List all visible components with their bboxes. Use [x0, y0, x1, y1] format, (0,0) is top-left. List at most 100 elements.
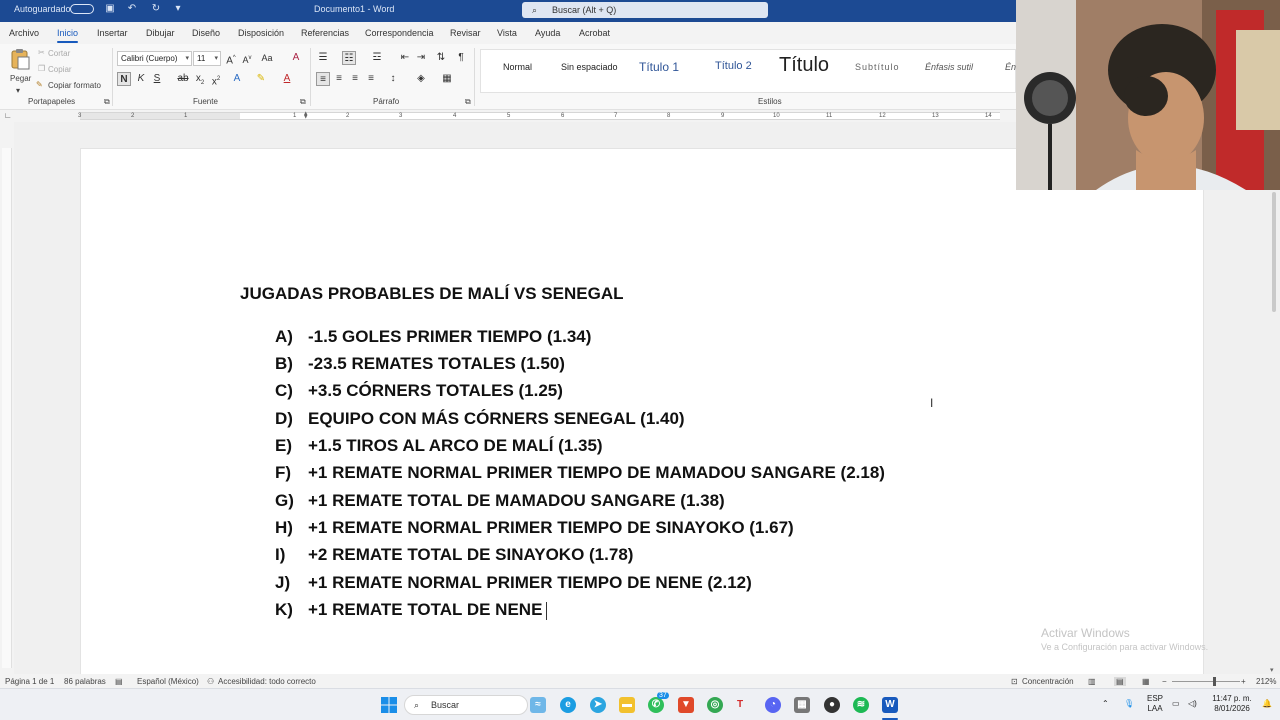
indent-marker-icon[interactable]: ⧫ — [304, 111, 307, 119]
align-right-icon[interactable]: ≡ — [348, 72, 362, 86]
taskbar-search[interactable]: ⌕ Buscar — [404, 695, 528, 715]
telegram-icon[interactable]: ➤ — [590, 697, 606, 713]
list-item[interactable]: K) +1 REMATE TOTAL DE NENE — [275, 600, 548, 622]
document-heading[interactable]: JUGADAS PROBABLES DE MALÍ VS SENEGAL — [240, 284, 624, 304]
customize-qat-icon[interactable]: ▾ — [172, 3, 184, 15]
subscript-button[interactable]: x2 — [193, 72, 207, 86]
list-item[interactable]: G) +1 REMATE TOTAL DE MAMADOU SANGARE (1.… — [275, 491, 725, 513]
decrease-indent-icon[interactable]: ⇤ — [398, 51, 412, 65]
bold-button[interactable]: N — [117, 72, 131, 86]
tab-vista[interactable]: Vista — [497, 28, 517, 38]
scroll-down-icon[interactable]: ▾ — [1270, 666, 1274, 674]
tab-diseno[interactable]: Diseño — [192, 28, 220, 38]
word-count[interactable]: 86 palabras — [64, 677, 106, 686]
list-item[interactable]: J) +1 REMATE NORMAL PRIMER TIEMPO DE NENE… — [275, 573, 752, 595]
format-painter-button[interactable]: Copiar formato — [48, 81, 101, 90]
text-effects-icon[interactable]: A — [230, 72, 244, 86]
list-item[interactable]: I) +2 REMATE TOTAL DE SINAYOKO (1.78) — [275, 545, 633, 567]
clock[interactable]: 11:47 p. m. 8/01/2026 — [1208, 694, 1256, 714]
style-normal[interactable]: Normal — [503, 62, 532, 72]
network-icon[interactable]: ▭ — [1172, 699, 1180, 709]
style-titulo-1[interactable]: Título 1 — [639, 60, 679, 74]
notifications-icon[interactable]: 🔔 — [1262, 699, 1272, 709]
page-count[interactable]: Página 1 de 1 — [5, 677, 54, 686]
obs-icon[interactable]: ● — [824, 697, 840, 713]
search-input[interactable]: ⌕ Buscar (Alt + Q) — [522, 2, 768, 18]
highlight-icon[interactable]: ✎ — [254, 72, 268, 86]
tab-ayuda[interactable]: Ayuda — [535, 28, 560, 38]
superscript-button[interactable]: x2 — [209, 72, 223, 87]
read-mode-icon[interactable]: ▥ — [1088, 677, 1096, 686]
shading-icon[interactable]: ◈ — [414, 72, 428, 86]
shrink-font-icon[interactable]: Av — [240, 51, 254, 65]
list-item[interactable]: B) -23.5 REMATES TOTALES (1.50) — [275, 354, 565, 376]
list-item[interactable]: F) +1 REMATE NORMAL PRIMER TIEMPO DE MAMA… — [275, 463, 885, 485]
file-explorer-icon[interactable]: ▬ — [619, 697, 635, 713]
increase-indent-icon[interactable]: ⇥ — [414, 51, 428, 65]
volume-icon[interactable]: ◁) — [1188, 699, 1197, 709]
list-item[interactable]: H) +1 REMATE NORMAL PRIMER TIEMPO DE SINA… — [275, 518, 794, 540]
cut-button[interactable]: Cortar — [48, 49, 70, 58]
widgets-icon[interactable]: ≈ — [530, 697, 546, 713]
clipboard-launcher-icon[interactable]: ⧉ — [104, 97, 110, 107]
tab-correspondencia[interactable]: Correspondencia — [365, 28, 434, 38]
edge-icon[interactable]: e — [560, 697, 576, 713]
list-item[interactable]: D) EQUIPO CON MÁS CÓRNERS SENEGAL (1.40) — [275, 409, 685, 431]
tab-archivo[interactable]: Archivo — [9, 28, 39, 38]
language-status[interactable]: Español (México) — [137, 677, 199, 686]
clear-formatting-icon[interactable]: A — [289, 51, 303, 65]
zoom-in-icon[interactable]: + — [1241, 677, 1246, 686]
underline-button[interactable]: S — [150, 72, 164, 86]
style-sin-espaciado[interactable]: Sin espaciado — [561, 62, 618, 72]
borders-icon[interactable]: ▦ — [440, 72, 454, 86]
tab-referencias[interactable]: Referencias — [301, 28, 349, 38]
style-titulo[interactable]: Título — [779, 54, 829, 77]
numbering-icon[interactable]: ☷ — [342, 51, 356, 65]
align-left-icon[interactable]: ≡ — [316, 72, 330, 86]
save-icon[interactable]: ▣ — [104, 3, 116, 15]
style-titulo-2[interactable]: Título 2 — [715, 60, 752, 72]
discord-icon[interactable]: ◔ — [765, 697, 781, 713]
tab-dibujar[interactable]: Dibujar — [146, 28, 175, 38]
zoom-slider[interactable] — [1172, 681, 1240, 682]
change-case-icon[interactable]: Aa — [260, 51, 274, 65]
microphone-icon[interactable]: 🎙 — [1124, 699, 1134, 709]
word-icon[interactable]: W — [882, 697, 898, 713]
list-item[interactable]: E) +1.5 TIROS AL ARCO DE MALÍ (1.35) — [275, 436, 603, 458]
multilevel-list-icon[interactable]: ☲ — [370, 51, 384, 65]
style-subtitulo[interactable]: Subtítulo — [855, 62, 900, 72]
grow-font-icon[interactable]: A^ — [224, 51, 238, 66]
font-name-combo[interactable]: Calibri (Cuerpo) ▾ — [117, 51, 192, 66]
zoom-out-icon[interactable]: − — [1162, 677, 1167, 686]
tab-revisar[interactable]: Revisar — [450, 28, 481, 38]
tab-selector-icon[interactable]: ∟ — [4, 111, 12, 120]
proofing-icon[interactable]: ▤ — [115, 677, 123, 686]
font-launcher-icon[interactable]: ⧉ — [300, 97, 306, 107]
paragraph-launcher-icon[interactable]: ⧉ — [465, 97, 471, 107]
chrome-icon[interactable]: ◎ — [707, 697, 723, 713]
web-layout-icon[interactable]: ▦ — [1142, 677, 1150, 686]
autosave-toggle[interactable] — [70, 4, 94, 14]
spotify-icon[interactable]: ≋ — [853, 697, 869, 713]
windows-start-icon[interactable] — [381, 697, 397, 713]
font-color-icon[interactable]: A — [280, 72, 294, 86]
copy-button[interactable]: Copiar — [48, 65, 72, 74]
brave-icon[interactable]: ▼ — [678, 697, 694, 713]
print-layout-icon[interactable]: ▤ — [1114, 677, 1126, 686]
tab-disposicion[interactable]: Disposición — [238, 28, 284, 38]
show-marks-icon[interactable]: ¶ — [454, 51, 468, 65]
scrollbar-thumb[interactable] — [1272, 192, 1276, 312]
whatsapp-icon[interactable]: ✆ — [648, 697, 664, 713]
undo-icon[interactable]: ↶ — [126, 3, 138, 15]
zoom-slider-thumb[interactable] — [1213, 677, 1216, 686]
typing-app-icon[interactable]: T — [732, 697, 748, 713]
list-item[interactable]: C) +3.5 CÓRNERS TOTALES (1.25) — [275, 381, 563, 403]
align-center-icon[interactable]: ≡ — [332, 72, 346, 86]
input-language[interactable]: ESP LAA — [1146, 694, 1164, 714]
line-spacing-icon[interactable]: ↕ — [386, 72, 400, 86]
bullets-icon[interactable]: ☰ — [316, 51, 330, 65]
tab-inicio[interactable]: Inicio — [57, 28, 79, 43]
tab-acrobat[interactable]: Acrobat — [579, 28, 610, 38]
tab-insertar[interactable]: Insertar — [97, 28, 128, 38]
italic-button[interactable]: K — [134, 72, 148, 86]
